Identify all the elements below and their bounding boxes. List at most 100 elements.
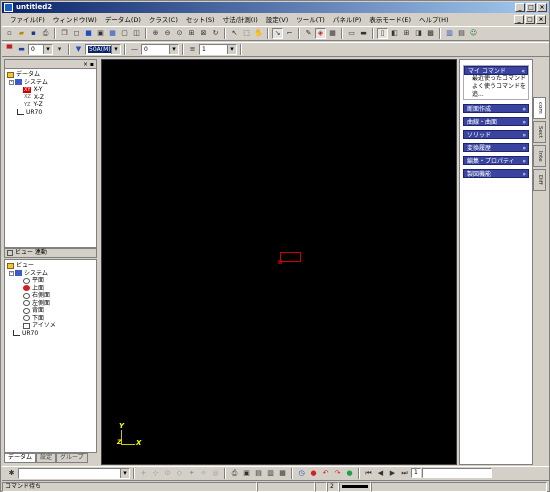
sketch-icon[interactable]: ✎ bbox=[303, 28, 314, 39]
snap-center-icon[interactable]: ⊙ bbox=[162, 467, 173, 479]
tab-settings[interactable]: 設定 bbox=[36, 453, 57, 463]
tree-item-xz[interactable]: XZ X-Z bbox=[7, 94, 94, 102]
menu-display-mode[interactable]: 表示モード(E) bbox=[365, 14, 415, 26]
last-page-icon[interactable]: ⏭ bbox=[399, 467, 410, 479]
cut-icon[interactable]: ◻ bbox=[71, 28, 82, 39]
zoom-all-icon[interactable]: ⊠ bbox=[198, 28, 209, 39]
tree-item-xy[interactable]: XY X-Y bbox=[7, 86, 94, 94]
blue-box-icon[interactable]: ■ bbox=[83, 28, 94, 39]
pan-hand-icon[interactable]: ✋ bbox=[253, 28, 264, 39]
recent-commands-item[interactable]: 最近使ったコマンド bbox=[464, 75, 528, 83]
tree-item-front-view[interactable]: 上面 bbox=[7, 285, 94, 293]
layer-edit-icon[interactable]: ▾ bbox=[54, 44, 65, 55]
save-icon[interactable]: ▪ bbox=[28, 28, 39, 39]
menu-set[interactable]: セット(S) bbox=[182, 14, 219, 26]
menu-class[interactable]: クラス(C) bbox=[145, 14, 182, 26]
my-commands-header[interactable]: マイ コマンド « bbox=[464, 66, 528, 75]
view-small4-icon[interactable]: ▦ bbox=[277, 467, 288, 479]
person-icon[interactable]: ☺ bbox=[468, 28, 479, 39]
tree-item-top-view[interactable]: 平面 bbox=[7, 277, 94, 285]
view-small3-icon[interactable]: ▥ bbox=[265, 467, 276, 479]
tree-item-iso-view[interactable]: アイソメ bbox=[7, 322, 94, 330]
view-link-bar[interactable]: ビュー 連動 bbox=[4, 248, 97, 258]
new-file-icon[interactable]: ▫ bbox=[4, 28, 15, 39]
zoom-in-icon[interactable]: ⊕ bbox=[150, 28, 161, 39]
tree-item-ur70[interactable]: UR70 bbox=[7, 330, 94, 338]
side-tab-com[interactable]: com bbox=[533, 97, 546, 119]
open-folder-icon[interactable]: ▰ bbox=[16, 28, 27, 39]
display-icon[interactable]: ▭ bbox=[346, 28, 357, 39]
mdi-restore-button[interactable]: □ bbox=[525, 15, 535, 24]
minimize-button[interactable]: _ bbox=[515, 3, 525, 12]
maximize-button[interactable]: □ bbox=[526, 3, 536, 12]
rotate-icon[interactable]: ↻ bbox=[210, 28, 221, 39]
graphics-viewport[interactable]: Y X Z bbox=[101, 59, 457, 465]
mdi-close-button[interactable]: × bbox=[536, 15, 546, 24]
side-tab-sect[interactable]: Sect bbox=[533, 121, 546, 143]
view-single-icon[interactable]: ▯ bbox=[377, 28, 388, 39]
menu-tools[interactable]: ツール(T) bbox=[292, 14, 329, 26]
undo-icon[interactable]: ↶ bbox=[320, 467, 331, 479]
add-frequent-commands-item[interactable]: よく使うコマンドを追... bbox=[464, 83, 528, 99]
print-icon[interactable]: ⎙ bbox=[40, 28, 51, 39]
side-tab-inte[interactable]: Inte bbox=[533, 145, 546, 167]
zoom-out-icon[interactable]: ⊖ bbox=[162, 28, 173, 39]
tree-item-datum[interactable]: データム bbox=[7, 71, 94, 79]
tab-datum[interactable]: データム bbox=[4, 453, 37, 463]
menu-dimension[interactable]: 寸法/計測(I) bbox=[219, 14, 262, 26]
tree-item-system[interactable]: - システム bbox=[7, 270, 94, 278]
cube-icon[interactable]: ◫ bbox=[131, 28, 142, 39]
view-grid-icon[interactable]: ▩ bbox=[425, 28, 436, 39]
menu-datum[interactable]: データム(D) bbox=[101, 14, 145, 26]
prev-page-icon[interactable]: ◀ bbox=[375, 467, 386, 479]
tree-item-system[interactable]: - システム bbox=[7, 79, 94, 87]
select-arrow-icon[interactable]: ↖ bbox=[229, 28, 240, 39]
bars-icon[interactable]: ▤ bbox=[456, 28, 467, 39]
snap-near-icon[interactable]: ✦ bbox=[186, 467, 197, 479]
menu-panel[interactable]: パネル(P) bbox=[329, 14, 366, 26]
tree-item-left-view[interactable]: 左側面 bbox=[7, 300, 94, 308]
line-width-dropdown[interactable]: 1 bbox=[199, 44, 237, 55]
snap-end-icon[interactable]: ◇ bbox=[174, 467, 185, 479]
tree-item-right-view[interactable]: 右側面 bbox=[7, 292, 94, 300]
section-transform-history[interactable]: 変換履歴 » bbox=[463, 143, 529, 152]
snap-corner-icon[interactable]: ⌐ bbox=[284, 28, 295, 39]
zoom-fit-icon[interactable]: ⊙ bbox=[174, 28, 185, 39]
copy-icon[interactable]: ❐ bbox=[59, 28, 70, 39]
selection-rectangle[interactable] bbox=[280, 252, 301, 262]
line-type-icon[interactable]: — bbox=[129, 44, 140, 55]
first-page-icon[interactable]: ⏮ bbox=[363, 467, 374, 479]
view-small2-icon[interactable]: ▤ bbox=[253, 467, 264, 479]
section-curve-surface[interactable]: 曲線・曲面 » bbox=[463, 117, 529, 126]
snap-icon[interactable]: ↘ bbox=[272, 28, 283, 39]
view-small-icon[interactable]: ▣ bbox=[241, 467, 252, 479]
menu-window[interactable]: ウィンドウ(W) bbox=[49, 14, 101, 26]
scale-dropdown[interactable]: 50A(M) bbox=[85, 44, 121, 55]
collapse-icon[interactable]: - bbox=[9, 79, 14, 85]
line-width-icon[interactable]: ≡ bbox=[187, 44, 198, 55]
layer-icon[interactable]: ◈ bbox=[315, 28, 326, 39]
print-small-icon[interactable]: ⎙ bbox=[229, 467, 240, 479]
layer-dropdown[interactable]: 0 bbox=[28, 44, 53, 55]
box-view-icon[interactable]: ▣ bbox=[95, 28, 106, 39]
section-cross-section[interactable]: 断面作成 » bbox=[463, 104, 529, 113]
grid-icon[interactable]: ▦ bbox=[327, 28, 338, 39]
tree-item-view[interactable]: ビュー bbox=[7, 262, 94, 270]
snap-tan-icon[interactable]: ◎ bbox=[210, 467, 221, 479]
side-tab-diff[interactable]: Diff bbox=[533, 169, 546, 191]
view-split-icon[interactable]: ◧ bbox=[389, 28, 400, 39]
command-input[interactable] bbox=[18, 467, 130, 479]
go-icon[interactable]: ● bbox=[344, 467, 355, 479]
page-field[interactable] bbox=[422, 468, 492, 478]
menu-file[interactable]: ファイル(F) bbox=[6, 14, 49, 26]
snap-point-icon[interactable]: + bbox=[138, 467, 149, 479]
stop-icon[interactable]: ● bbox=[308, 467, 319, 479]
next-page-icon[interactable]: ▶ bbox=[387, 467, 398, 479]
zoom-window-icon[interactable]: ⊞ bbox=[186, 28, 197, 39]
tab-group[interactable]: グループ bbox=[56, 453, 88, 463]
snap-quad-icon[interactable]: ✧ bbox=[198, 467, 209, 479]
collapse-icon[interactable]: - bbox=[9, 270, 14, 276]
tree-item-bottom-view[interactable]: 下面 bbox=[7, 315, 94, 323]
tree-item-yz[interactable]: YZ Y-Z bbox=[7, 101, 94, 109]
line-type-dropdown[interactable]: 0 bbox=[141, 44, 179, 55]
